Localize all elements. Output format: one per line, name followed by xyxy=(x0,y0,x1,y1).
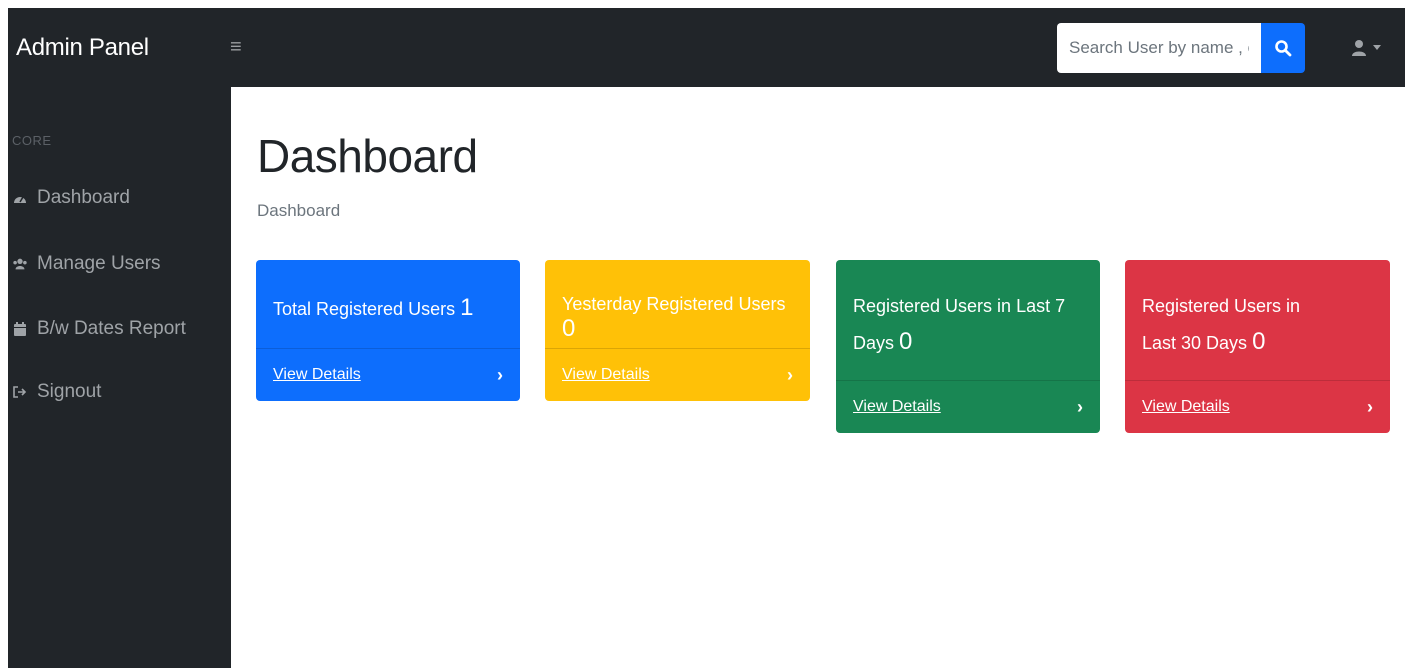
sidebar: CORE Dashboard Manage Users B/w Dates Re… xyxy=(8,87,231,668)
search-input[interactable] xyxy=(1057,22,1261,73)
card-value: 0 xyxy=(1252,328,1266,355)
card-body: Registered Users in Last 30 Days 0 xyxy=(1125,260,1355,361)
card-label: Registered Users in Last 30 Days xyxy=(1142,296,1301,353)
stat-card-last-7-days: Registered Users in Last 7 Days 0 View D… xyxy=(836,260,1100,433)
sidebar-item-signout[interactable]: Signout xyxy=(12,381,101,403)
card-label: Total Registered Users xyxy=(273,299,456,319)
sidebar-item-dates-report[interactable]: B/w Dates Report xyxy=(12,318,186,340)
top-navbar: Admin Panel ≡ xyxy=(8,8,1405,87)
card-value: 0 xyxy=(899,328,913,355)
stat-card-yesterday-users: Yesterday Registered Users 0 View Detail… xyxy=(545,260,810,401)
chevron-right-icon[interactable]: › xyxy=(1077,397,1083,418)
sidebar-toggle-icon[interactable]: ≡ xyxy=(230,36,270,59)
stat-card-total-users: Total Registered Users 1 View Details › xyxy=(256,260,520,401)
chevron-right-icon[interactable]: › xyxy=(787,365,793,386)
card-value: 0 xyxy=(562,315,576,342)
sidebar-item-dashboard[interactable]: Dashboard xyxy=(12,187,130,209)
chevron-right-icon[interactable]: › xyxy=(1367,397,1373,418)
sidebar-item-label: B/w Dates Report xyxy=(37,318,186,339)
card-footer: View Details › xyxy=(836,380,1100,433)
user-menu[interactable] xyxy=(1351,39,1381,57)
chevron-right-icon[interactable]: › xyxy=(497,365,503,386)
card-body: Total Registered Users 1 xyxy=(256,260,520,322)
card-body: Registered Users in Last 7 Days 0 xyxy=(836,260,1086,361)
sidebar-item-label: Dashboard xyxy=(37,187,130,208)
card-label: Registered Users in Last 7 Days xyxy=(853,296,1066,353)
card-footer: View Details › xyxy=(1125,380,1390,433)
users-icon xyxy=(12,256,28,272)
view-details-link[interactable]: View Details xyxy=(273,366,361,384)
search-button[interactable] xyxy=(1261,22,1305,73)
card-body: Yesterday Registered Users 0 xyxy=(545,260,810,343)
caret-down-icon xyxy=(1373,44,1381,50)
calendar-icon xyxy=(12,321,28,337)
stat-card-last-30-days: Registered Users in Last 30 Days 0 View … xyxy=(1125,260,1390,433)
view-details-link[interactable]: View Details xyxy=(562,366,650,384)
view-details-link[interactable]: View Details xyxy=(853,398,941,416)
main-content: Dashboard Dashboard Total Registered Use… xyxy=(231,87,1405,668)
sidebar-item-label: Signout xyxy=(37,381,102,402)
sidebar-item-label: Manage Users xyxy=(37,253,161,274)
search-icon xyxy=(1275,39,1292,56)
card-value: 1 xyxy=(460,294,474,321)
signout-icon xyxy=(12,384,28,400)
card-footer: View Details › xyxy=(256,348,520,401)
sidebar-heading: CORE xyxy=(12,133,52,148)
tachometer-icon xyxy=(12,190,28,206)
card-label: Yesterday Registered Users xyxy=(562,294,786,314)
user-icon xyxy=(1352,39,1366,56)
breadcrumb: Dashboard xyxy=(257,201,341,220)
brand-title[interactable]: Admin Panel xyxy=(8,34,230,62)
sidebar-item-manage-users[interactable]: Manage Users xyxy=(12,253,161,275)
search-group xyxy=(1057,22,1305,73)
card-footer: View Details › xyxy=(545,348,810,401)
page-title: Dashboard xyxy=(257,130,478,182)
view-details-link[interactable]: View Details xyxy=(1142,398,1230,416)
